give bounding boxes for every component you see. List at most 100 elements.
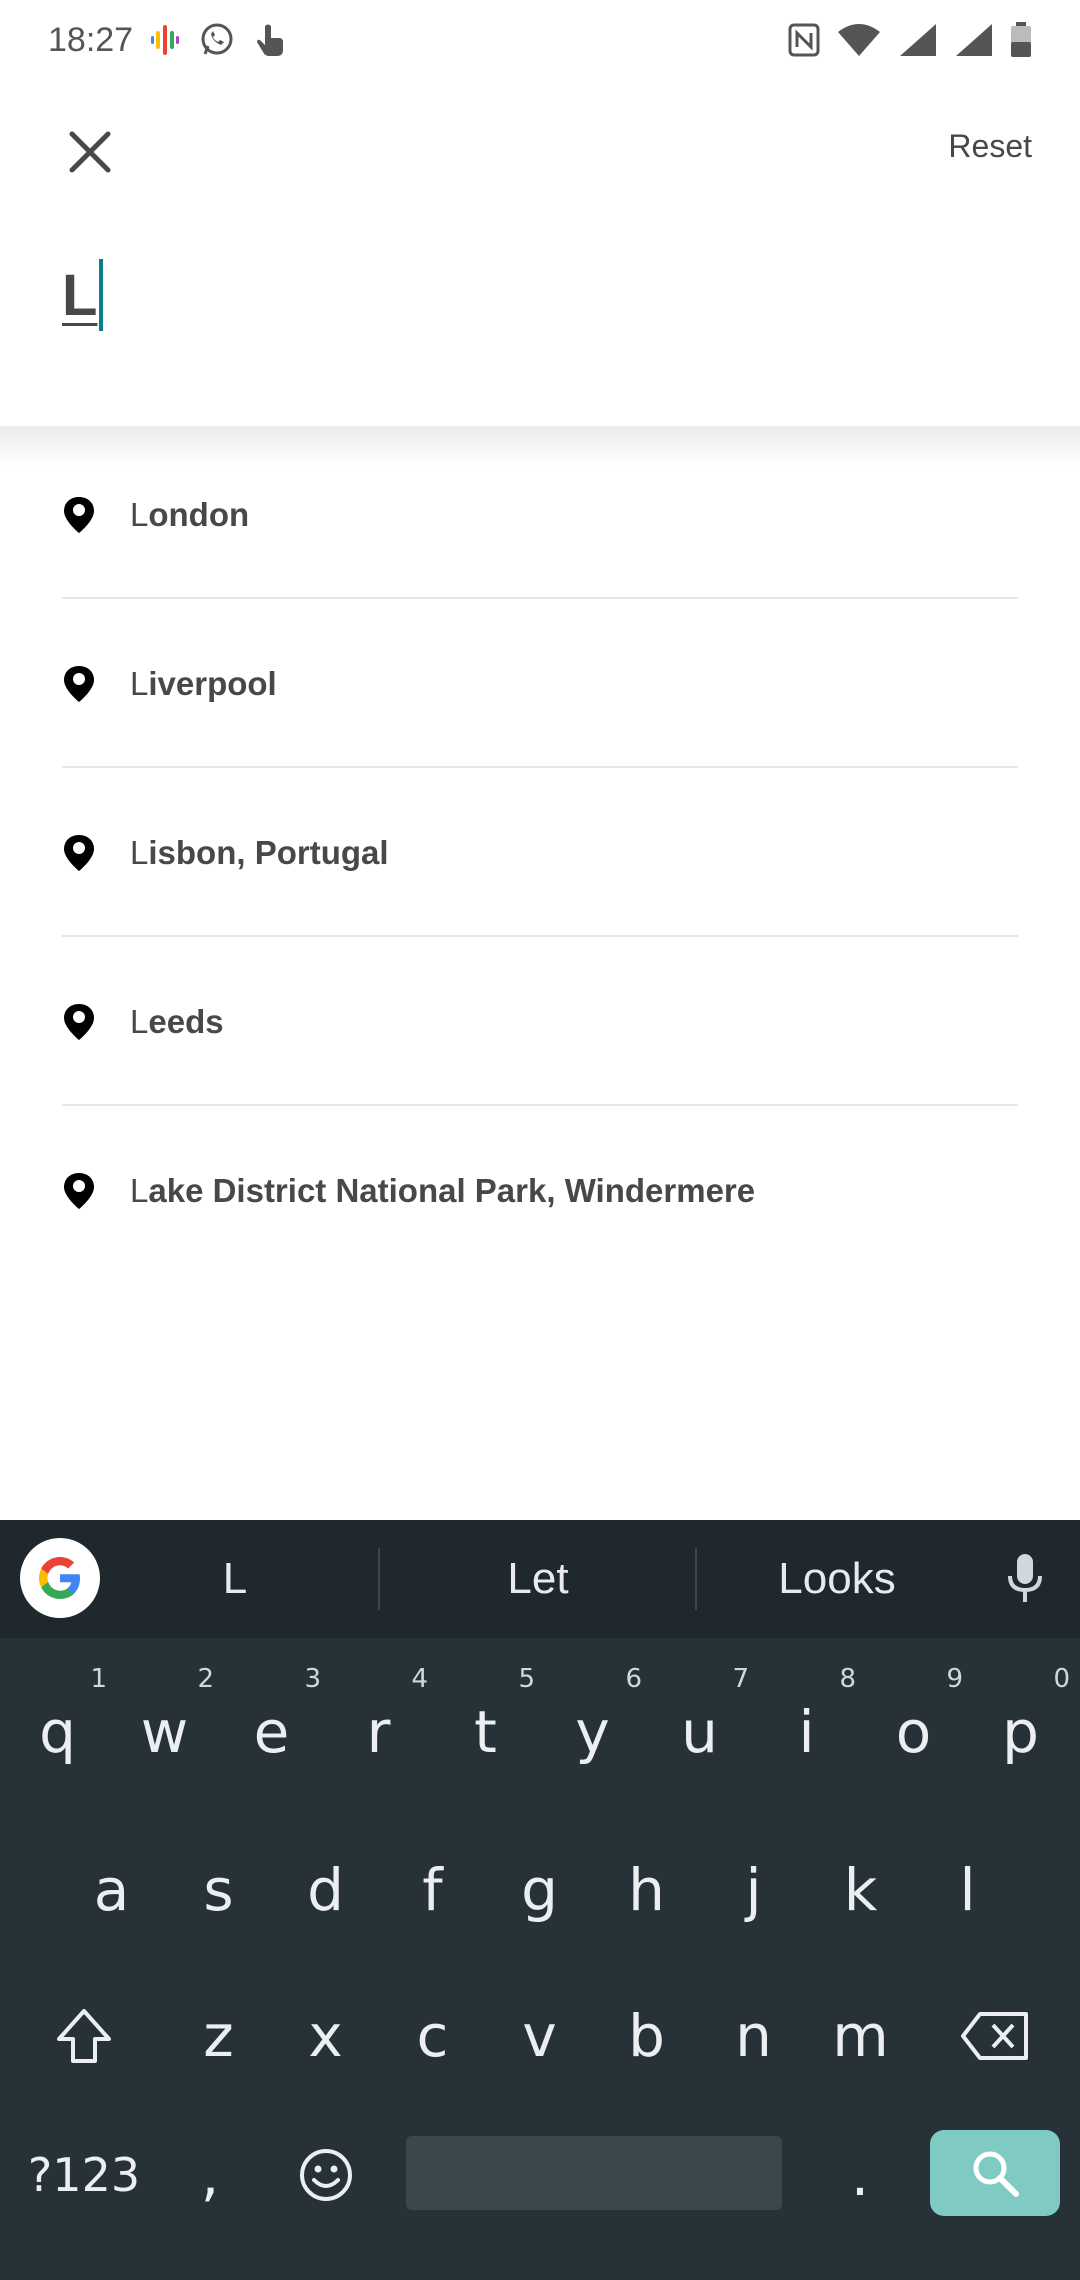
whatsapp-icon <box>201 23 233 55</box>
key-label: q <box>39 1698 76 1766</box>
status-notification-icons <box>151 22 285 58</box>
key-j[interactable]: j <box>700 1820 807 1960</box>
keyboard-word-suggestion[interactable]: Let <box>380 1520 696 1638</box>
key-number-hint: 1 <box>90 1664 107 1694</box>
key-number-hint: 6 <box>625 1664 642 1694</box>
key-f[interactable]: f <box>379 1820 486 1960</box>
key-g[interactable]: g <box>486 1820 593 1960</box>
status-bar: 18:27 <box>0 0 1080 80</box>
reset-button[interactable]: Reset <box>948 128 1032 165</box>
key-i[interactable]: i8 <box>753 1658 860 1806</box>
key-e[interactable]: e3 <box>218 1658 325 1806</box>
keyboard-word-suggestion[interactable]: L <box>120 1520 350 1638</box>
key-number-hint: 4 <box>411 1664 428 1694</box>
close-icon <box>69 131 111 173</box>
suggestion-item-london[interactable]: London <box>0 430 1080 599</box>
keyboard-suggestion-bar: L Let Looks <box>0 1520 1080 1638</box>
key-w[interactable]: w2 <box>111 1658 218 1806</box>
key-k[interactable]: k <box>807 1820 914 1960</box>
key-number-hint: 2 <box>197 1664 214 1694</box>
signal-icon <box>900 24 936 56</box>
key-label: y <box>575 1698 610 1766</box>
key-label: r <box>366 1698 391 1766</box>
key-label: u <box>681 1698 718 1766</box>
key-z[interactable]: z <box>165 1976 272 2096</box>
key-y[interactable]: y6 <box>539 1658 646 1806</box>
suggestion-label: London <box>130 495 250 533</box>
backspace-key[interactable] <box>940 1976 1050 2096</box>
location-pin-icon <box>64 665 94 702</box>
key-number-hint: 7 <box>732 1664 749 1694</box>
search-input[interactable]: L <box>62 250 1022 340</box>
location-pin-icon <box>64 1172 94 1209</box>
key-number-hint: 3 <box>304 1664 321 1694</box>
key-x[interactable]: x <box>272 1976 379 2096</box>
key-l[interactable]: l <box>914 1820 1021 1960</box>
wifi-icon <box>838 24 880 56</box>
status-time: 18:27 <box>48 20 134 59</box>
shift-icon <box>57 2009 111 2063</box>
space-key[interactable] <box>406 2136 782 2210</box>
key-a[interactable]: a <box>58 1820 165 1960</box>
key-number-hint: 8 <box>839 1664 856 1694</box>
backspace-icon <box>961 2012 1028 2060</box>
symbols-key[interactable]: ?123 <box>14 2132 154 2218</box>
emoji-key[interactable] <box>276 2132 376 2218</box>
status-system-icons <box>788 22 1032 58</box>
period-key[interactable]: . <box>820 2132 900 2218</box>
key-d[interactable]: d <box>272 1820 379 1960</box>
key-label: p <box>1002 1698 1039 1766</box>
location-pin-icon <box>64 1003 94 1040</box>
keyboard-word-suggestion[interactable]: Looks <box>697 1520 977 1638</box>
suggestion-item-lake-district[interactable]: Lake District National Park, Windermere <box>0 1106 1080 1275</box>
key-t[interactable]: t5 <box>432 1658 539 1806</box>
voice-input-button[interactable] <box>990 1544 1060 1614</box>
suggestion-item-leeds[interactable]: Leeds <box>0 937 1080 1106</box>
key-number-hint: 9 <box>946 1664 963 1694</box>
key-label: i <box>798 1698 815 1766</box>
suggestion-label: Leeds <box>130 1002 224 1040</box>
microphone-icon <box>1008 1554 1042 1602</box>
key-label: o <box>895 1698 932 1766</box>
location-pin-icon <box>64 834 94 871</box>
podcast-icon <box>151 25 180 55</box>
comma-key[interactable]: , <box>170 2132 250 2218</box>
key-r[interactable]: r4 <box>325 1658 432 1806</box>
key-p[interactable]: p0 <box>967 1658 1074 1806</box>
suggestion-label: Liverpool <box>130 664 277 702</box>
suggestion-label: Lisbon, Portugal <box>130 833 389 871</box>
nfc-icon <box>788 23 820 57</box>
touch-icon <box>257 24 284 56</box>
keyboard: L Let Looks q1w2e3r4t5y6u7i8o9p0 asdfghj… <box>0 1520 1080 2280</box>
key-label: t <box>474 1698 497 1766</box>
suggestion-item-lisbon[interactable]: Lisbon, Portugal <box>0 768 1080 937</box>
key-q[interactable]: q1 <box>4 1658 111 1806</box>
key-o[interactable]: o9 <box>860 1658 967 1806</box>
shift-key[interactable] <box>34 1976 134 2096</box>
search-key[interactable] <box>930 2130 1060 2216</box>
google-g-icon <box>39 1557 80 1599</box>
key-n[interactable]: n <box>700 1976 807 2096</box>
search-input-value: L <box>62 262 98 328</box>
key-m[interactable]: m <box>807 1976 914 2096</box>
location-pin-icon <box>64 496 94 533</box>
signal-icon <box>956 24 992 56</box>
close-button[interactable] <box>58 120 122 184</box>
battery-icon <box>1011 22 1031 57</box>
google-logo-button[interactable] <box>20 1538 100 1618</box>
key-s[interactable]: s <box>165 1820 272 1960</box>
search-icon <box>973 2151 1019 2197</box>
key-label: w <box>140 1698 189 1766</box>
text-cursor <box>99 259 104 331</box>
key-u[interactable]: u7 <box>646 1658 753 1806</box>
key-c[interactable]: c <box>379 1976 486 2096</box>
key-number-hint: 5 <box>518 1664 535 1694</box>
key-h[interactable]: h <box>593 1820 700 1960</box>
key-b[interactable]: b <box>593 1976 700 2096</box>
suggestion-item-liverpool[interactable]: Liverpool <box>0 599 1080 768</box>
emoji-icon <box>300 2149 352 2201</box>
key-v[interactable]: v <box>486 1976 593 2096</box>
suggestion-label: Lake District National Park, Windermere <box>130 1171 756 1209</box>
key-label: e <box>253 1698 290 1766</box>
key-number-hint: 0 <box>1053 1664 1070 1694</box>
